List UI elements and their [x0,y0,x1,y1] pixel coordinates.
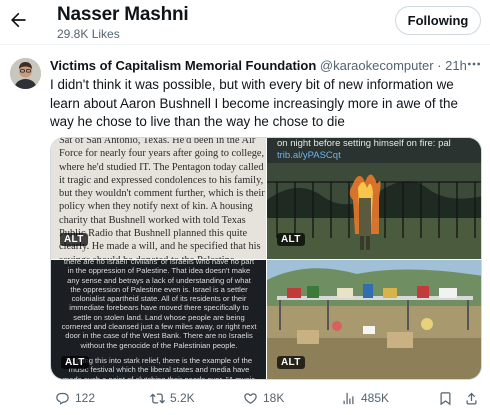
back-arrow-icon [11,12,26,28]
like-button[interactable]: 18K [243,387,284,409]
repost-count: 5.2K [170,391,195,405]
statement-paragraph: there are no Israeli 'civilians' or Isra… [61,260,257,350]
repost-button[interactable]: 5.2K [150,387,195,409]
following-button[interactable]: Following [395,6,481,35]
tweet-meta: Victims of Capitalism Memorial Foundatio… [50,58,482,74]
meta-separator: · [437,58,442,73]
author-handle[interactable]: @karaokecomputer [320,58,434,73]
like-count: 18K [263,391,285,405]
statement-paragraph: To bring this into stark relief, there i… [62,355,256,380]
video-link[interactable]: trib.al/yPASCqt [277,150,341,161]
reply-icon [56,392,69,405]
repost-icon [150,392,165,404]
action-bar: 122 5.2K 18K 485K [50,387,482,409]
avatar[interactable] [10,58,41,89]
back-button[interactable] [6,8,30,32]
author-name[interactable]: Victims of Capitalism Memorial Foundatio… [50,58,316,73]
article-text: Sat of San Antonio, Texas. He'd been in … [59,138,265,259]
tweet-text: I didn't think it was possible, but with… [50,77,458,129]
avatar-photo [10,58,41,89]
more-button[interactable] [466,56,482,75]
reply-count: 122 [75,391,96,405]
reply-button[interactable]: 122 [55,387,95,409]
statement-text: there are no Israeli 'civilians' or Isra… [61,260,257,380]
views-icon [343,392,354,404]
share-button[interactable] [464,387,484,409]
video-caption: on night before setting himself on fire:… [277,138,451,149]
profile-header: Nasser Mashni 29.8K Likes Following [0,0,490,44]
alt-badge[interactable]: ALT [60,233,88,246]
views-button[interactable]: 485K [341,387,389,409]
likes-count: 29.8K Likes [57,27,120,41]
header-divider [0,44,490,45]
alt-badge[interactable]: ALT [277,356,305,369]
profile-name: Nasser Mashni [57,4,189,25]
media-image-video-still[interactable]: on night before setting himself on fire:… [267,138,481,259]
media-grid: Sat of San Antonio, Texas. He'd been in … [50,137,482,380]
media-image-statement[interactable]: there are no Israeli 'civilians' or Isra… [51,260,266,380]
alt-badge[interactable]: ALT [61,356,89,369]
more-icon [468,62,480,66]
share-icon [466,392,477,404]
tweet-time[interactable]: 21h [445,58,467,73]
media-image-memorial[interactable]: ALT [267,260,481,379]
views-count: 485K [361,391,390,405]
alt-badge[interactable]: ALT [277,233,305,246]
bookmark-button[interactable] [438,387,458,409]
like-icon [244,392,257,404]
bookmark-icon [440,391,451,405]
media-image-article[interactable]: Sat of San Antonio, Texas. He'd been in … [51,138,266,259]
